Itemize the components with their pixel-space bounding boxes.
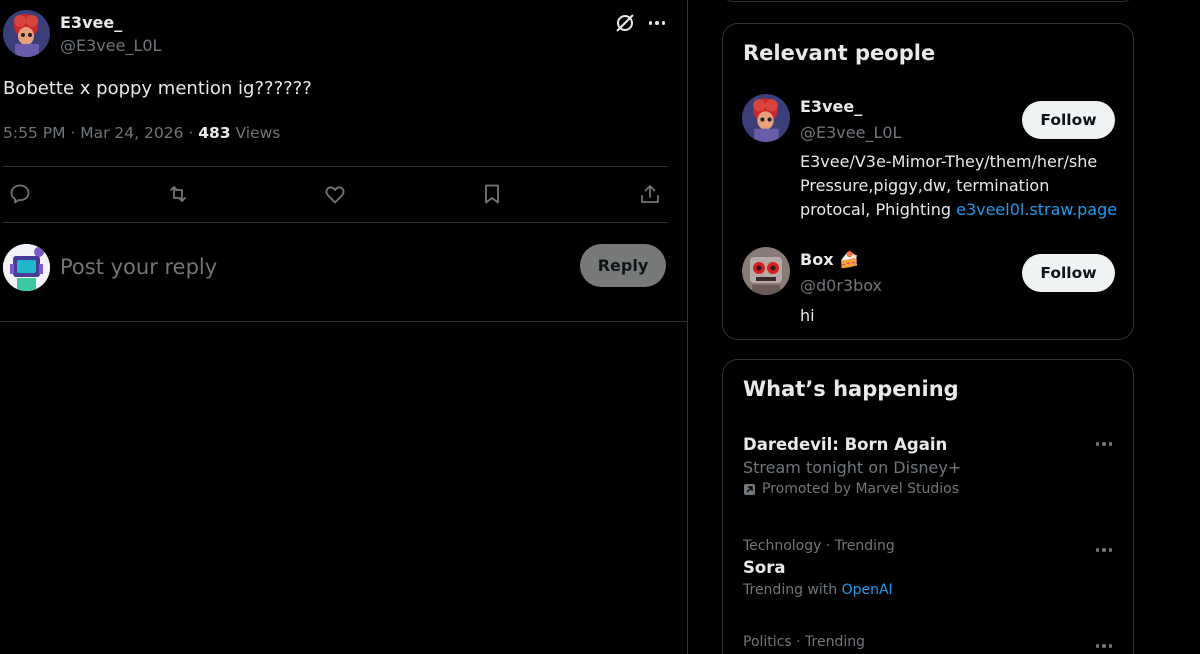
more-options-icon[interactable] (646, 12, 668, 34)
divider (3, 166, 668, 167)
bookmark-icon[interactable] (480, 182, 506, 208)
trend-title: Sora (743, 558, 786, 577)
whats-happening-card: What’s happening Daredevil: Born Again S… (722, 359, 1134, 654)
divider (3, 222, 668, 223)
trend-item[interactable]: Daredevil: Born Again Stream tonight on … (743, 435, 1123, 497)
promoted-label: Promoted by Marvel Studios (762, 481, 960, 497)
person-avatar[interactable] (742, 94, 790, 142)
trending-with-label: Trending with (743, 582, 842, 598)
trend-context: Technology · Trending (743, 538, 895, 554)
person-handle[interactable]: @d0r3box (800, 276, 882, 295)
reply-button[interactable]: Reply (580, 244, 666, 287)
promoted-icon (743, 483, 756, 496)
person-name[interactable]: Box 🍰 (800, 250, 859, 269)
person-bio: E3vee/V3e-Mimor-They/them/her/she Pressu… (800, 150, 1118, 222)
reply-icon[interactable] (8, 182, 34, 208)
more-options-icon[interactable] (1093, 641, 1115, 651)
follow-button[interactable]: Follow (1022, 254, 1115, 292)
divider (0, 321, 688, 322)
person-bio-link[interactable]: e3veel0l.straw.page (956, 200, 1117, 219)
like-icon[interactable] (323, 182, 349, 208)
person-name[interactable]: E3vee_ (800, 97, 862, 116)
trend-title: Daredevil: Born Again (743, 435, 948, 454)
author-handle[interactable]: @E3vee_L0L (60, 36, 161, 55)
trending-with: Trending with OpenAI (743, 582, 1123, 598)
reply-input[interactable] (60, 250, 560, 284)
relevant-people-title: Relevant people (743, 41, 936, 65)
whats-happening-title: What’s happening (743, 377, 959, 401)
views-count: 483 (198, 124, 231, 142)
trending-with-link[interactable]: OpenAI (842, 582, 893, 598)
follow-button[interactable]: Follow (1022, 101, 1115, 139)
person-bio: hi (800, 306, 815, 325)
previous-sidebar-card (722, 0, 1134, 2)
person-handle[interactable]: @E3vee_L0L (800, 123, 901, 142)
post-detail-column: E3vee_ @E3vee_L0L Bobette x poppy mentio… (0, 0, 688, 654)
share-icon[interactable] (638, 182, 664, 208)
current-user-avatar[interactable] (3, 244, 50, 291)
trend-context: Politics · Trending (743, 634, 865, 650)
post-meta: 5:55 PM · Mar 24, 2026 · 483 Views (3, 124, 280, 142)
views-label: Views (230, 124, 281, 142)
more-options-icon[interactable] (1093, 439, 1115, 449)
author-name[interactable]: E3vee_ (60, 13, 122, 32)
more-options-icon[interactable] (1093, 545, 1115, 555)
post-timestamp[interactable]: 5:55 PM · Mar 24, 2026 · (3, 124, 198, 142)
relevant-people-card: Relevant people E3vee_ @E3vee_L0L Follow… (722, 23, 1134, 340)
grok-icon[interactable] (614, 12, 636, 34)
trend-item[interactable]: Technology · Trending Sora Trending with… (743, 538, 1123, 598)
person-avatar[interactable] (742, 247, 790, 295)
author-avatar[interactable] (3, 10, 50, 57)
promoted-line: Promoted by Marvel Studios (743, 481, 1123, 497)
post-text: Bobette x poppy mention ig?????? (3, 78, 312, 99)
repost-icon[interactable] (166, 182, 192, 208)
trend-item[interactable]: Politics · Trending (743, 634, 1123, 650)
trend-subtitle: Stream tonight on Disney+ (743, 458, 962, 477)
